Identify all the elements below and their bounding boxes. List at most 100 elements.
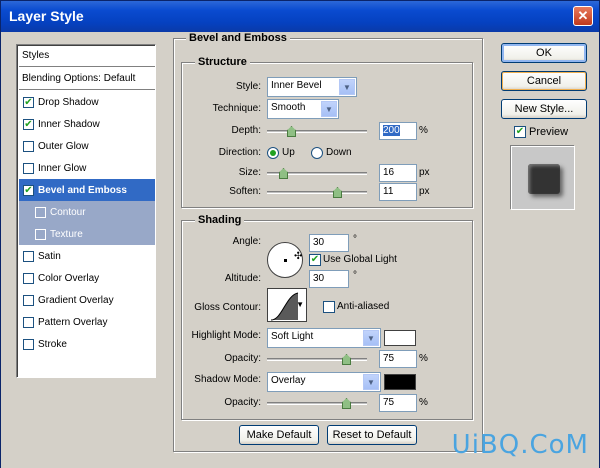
structure-title: Structure <box>195 56 250 68</box>
style-item-inner-glow[interactable]: Inner Glow <box>19 157 155 179</box>
style-checkbox-inner-shadow[interactable]: ✔ <box>23 118 34 130</box>
style-item-satin[interactable]: Satin <box>19 245 155 267</box>
style-item-gradient-overlay[interactable]: Gradient Overlay <box>19 289 155 311</box>
gloss-contour-label: Gloss Contour: <box>194 302 261 313</box>
use-global-light-checkbox[interactable]: ✔ <box>309 254 321 266</box>
style-item-color-overlay[interactable]: Color Overlay <box>19 267 155 289</box>
technique-select[interactable]: Smooth ▼ <box>267 99 339 119</box>
shadow-opacity-input[interactable]: 75 <box>379 394 417 412</box>
style-checkbox-drop-shadow[interactable]: ✔ <box>23 96 34 108</box>
style-label-texture: Texture <box>50 228 83 240</box>
style-checkbox-inner-glow[interactable] <box>23 162 34 174</box>
style-label-gradient-overlay: Gradient Overlay <box>38 294 114 306</box>
direction-down-label: Down <box>326 147 352 158</box>
altitude-input[interactable]: 30 <box>309 270 349 288</box>
angle-dial[interactable]: ✣ <box>267 242 303 278</box>
highlight-color-swatch[interactable] <box>384 330 416 346</box>
angle-unit: ° <box>353 234 357 245</box>
highlight-opacity-value: 75 <box>383 353 395 364</box>
make-default-button[interactable]: Make Default <box>239 425 319 445</box>
style-checkbox-satin[interactable] <box>23 250 34 262</box>
new-style-button[interactable]: New Style... <box>501 99 587 119</box>
chevron-down-icon[interactable]: ▼ <box>296 300 304 309</box>
shadow-mode-value: Overlay <box>271 375 306 386</box>
style-checkbox-stroke[interactable] <box>23 338 34 350</box>
shadow-opacity-unit: % <box>419 397 428 408</box>
size-input[interactable]: 16 <box>379 164 417 182</box>
shadow-color-swatch[interactable] <box>384 374 416 390</box>
size-value: 16 <box>383 167 395 178</box>
soften-slider-track[interactable] <box>267 191 367 194</box>
style-item-texture[interactable]: Texture <box>19 223 155 245</box>
highlight-opacity-input[interactable]: 75 <box>379 350 417 368</box>
styles-list: Styles Blending Options: Default ✔ Drop S… <box>16 44 156 378</box>
altitude-value: 30 <box>313 273 325 284</box>
soften-input[interactable]: 11 <box>379 183 417 201</box>
title-bar[interactable]: Layer Style ✕ <box>1 1 599 32</box>
chevron-down-icon[interactable]: ▼ <box>339 79 355 95</box>
style-checkbox-gradient-overlay[interactable] <box>23 294 34 306</box>
style-label-bevel-and-emboss: Bevel and Emboss <box>38 184 127 196</box>
style-checkbox-contour[interactable] <box>35 206 46 218</box>
depth-slider-track[interactable] <box>267 130 367 133</box>
style-item-contour[interactable]: Contour <box>19 201 155 223</box>
ok-button[interactable]: OK <box>501 43 587 63</box>
highlight-mode-label: Highlight Mode: <box>191 330 261 341</box>
angle-label: Angle: <box>232 236 261 247</box>
angle-input[interactable]: 30 <box>309 234 349 252</box>
direction-label: Direction: <box>218 147 261 158</box>
chevron-down-icon[interactable]: ▼ <box>363 374 379 390</box>
depth-unit: % <box>419 125 428 136</box>
anti-aliased-checkbox[interactable] <box>323 301 335 313</box>
preview-checkbox[interactable]: ✔ <box>514 126 526 138</box>
highlight-mode-value: Soft Light <box>271 331 314 342</box>
style-checkbox-bevel-and-emboss[interactable]: ✔ <box>23 184 34 196</box>
style-label: Style: <box>235 81 261 92</box>
shadow-mode-select[interactable]: Overlay ▼ <box>267 372 381 392</box>
direction-up-label: Up <box>282 147 295 158</box>
style-label-stroke: Stroke <box>38 338 67 350</box>
style-item-bevel-and-emboss[interactable]: ✔ Bevel and Emboss <box>19 179 155 201</box>
soften-value: 11 <box>383 186 394 197</box>
style-label-inner-glow: Inner Glow <box>38 162 87 174</box>
blending-options-item[interactable]: Blending Options: Default <box>19 68 155 90</box>
highlight-opacity-unit: % <box>419 353 428 364</box>
size-unit: px <box>419 167 430 178</box>
style-item-stroke[interactable]: Stroke <box>19 333 155 355</box>
depth-label: Depth: <box>231 125 261 136</box>
style-select[interactable]: Inner Bevel ▼ <box>267 77 357 97</box>
technique-label: Technique: <box>212 103 261 114</box>
style-checkbox-texture[interactable] <box>35 228 46 240</box>
altitude-unit: ° <box>353 270 357 281</box>
styles-header[interactable]: Styles <box>19 45 155 67</box>
style-select-value: Inner Bevel <box>271 80 322 91</box>
chevron-down-icon[interactable]: ▼ <box>321 101 337 117</box>
anti-aliased-label: Anti-aliased <box>337 301 390 312</box>
cancel-button[interactable]: Cancel <box>501 71 587 91</box>
depth-input[interactable]: 200 <box>379 122 417 140</box>
style-label-satin: Satin <box>38 250 61 262</box>
shadow-opacity-track[interactable] <box>267 402 367 405</box>
highlight-opacity-track[interactable] <box>267 358 367 361</box>
style-item-drop-shadow[interactable]: ✔ Drop Shadow <box>19 91 155 113</box>
style-item-pattern-overlay[interactable]: Pattern Overlay <box>19 311 155 333</box>
angle-value: 30 <box>313 237 325 248</box>
style-checkbox-pattern-overlay[interactable] <box>23 316 34 328</box>
shadow-opacity-value: 75 <box>383 397 395 408</box>
window-title: Layer Style <box>9 8 84 24</box>
direction-down-radio[interactable] <box>311 147 323 159</box>
direction-up-radio[interactable] <box>267 147 279 159</box>
style-item-inner-shadow[interactable]: ✔ Inner Shadow <box>19 113 155 135</box>
style-checkbox-color-overlay[interactable] <box>23 272 34 284</box>
style-checkbox-outer-glow[interactable] <box>23 140 34 152</box>
close-icon[interactable]: ✕ <box>573 6 593 26</box>
chevron-down-icon[interactable]: ▼ <box>363 330 379 346</box>
highlight-mode-select[interactable]: Soft Light ▼ <box>267 328 381 348</box>
style-item-outer-glow[interactable]: Outer Glow <box>19 135 155 157</box>
shading-title: Shading <box>195 214 245 226</box>
technique-select-value: Smooth <box>271 102 306 113</box>
reset-to-default-button[interactable]: Reset to Default <box>327 425 417 445</box>
shadow-opacity-label: Opacity: <box>224 397 261 408</box>
gloss-contour-picker[interactable]: ▼ <box>267 288 307 322</box>
use-global-light-label: Use Global Light <box>323 254 397 265</box>
